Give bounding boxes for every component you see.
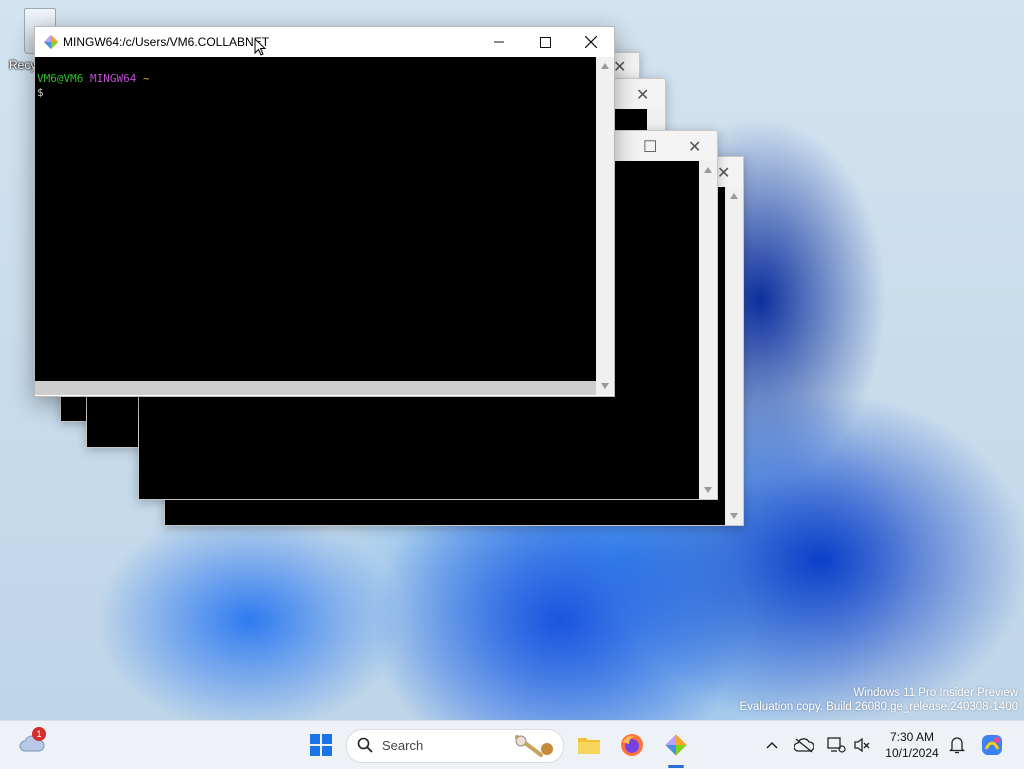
close-icon[interactable]: ✕ [613, 57, 626, 77]
file-explorer-button[interactable] [575, 731, 603, 759]
horizontal-scrollbar[interactable] [35, 381, 596, 395]
scroll-down-icon[interactable] [601, 383, 609, 389]
firefox-icon [621, 734, 643, 756]
main-terminal-window[interactable]: MINGW64:/c/Users/VM6.COLLABNET VM6@VM6 M… [34, 26, 615, 397]
close-icon [585, 36, 597, 48]
scroll-up-icon[interactable] [704, 167, 712, 173]
maximize-icon [539, 36, 551, 48]
chevron-up-icon [766, 741, 778, 749]
onedrive-status-button[interactable] [790, 731, 818, 759]
taskbar: 1 Search 7:30 AM 10/1/2024 [0, 720, 1024, 769]
vertical-scrollbar[interactable] [596, 57, 614, 395]
prompt-line: VM6@VM6 MINGW64 ~ [37, 72, 150, 86]
watermark-line-1: Windows 11 Pro Insider Preview [853, 687, 1018, 699]
prompt-shell: MINGW64 [89, 72, 137, 85]
show-hidden-icons-button[interactable] [758, 731, 786, 759]
vertical-scrollbar[interactable] [699, 161, 717, 499]
maximize-button[interactable] [522, 27, 568, 57]
bell-icon [949, 737, 965, 754]
weather-widget[interactable]: 1 [18, 727, 46, 757]
prompt-user: VM6@VM6 [37, 72, 84, 85]
git-bash-taskbar-button[interactable] [662, 731, 690, 759]
start-button[interactable] [307, 731, 335, 759]
search-placeholder: Search [382, 738, 424, 753]
watermark-line-2: Evaluation copy. Build 26080.ge_release.… [739, 701, 1018, 713]
scroll-down-icon[interactable] [704, 487, 712, 493]
search-highlight-icon [515, 735, 553, 757]
scroll-down-icon[interactable] [730, 513, 738, 519]
scroll-up-icon[interactable] [730, 193, 738, 199]
vertical-scrollbar[interactable] [725, 187, 743, 525]
network-icon [827, 737, 846, 753]
notifications-button[interactable] [943, 731, 971, 759]
scroll-up-icon[interactable] [601, 63, 609, 69]
title-bar[interactable]: MINGW64:/c/Users/VM6.COLLABNET [35, 27, 614, 57]
close-icon[interactable]: ✕ [636, 85, 649, 105]
mouse-cursor-icon [254, 38, 266, 56]
terminal-console[interactable]: VM6@VM6 MINGW64 ~ $ [35, 57, 596, 381]
cloud-offline-icon [794, 738, 814, 753]
git-bash-icon [44, 35, 58, 49]
copilot-button[interactable] [978, 731, 1006, 759]
minimize-icon [494, 41, 504, 43]
speaker-muted-icon [854, 737, 870, 753]
clock[interactable]: 7:30 AM 10/1/2024 [878, 729, 946, 761]
prompt-symbol: $ [37, 86, 44, 99]
volume-status-button[interactable] [848, 731, 876, 759]
clock-date: 10/1/2024 [885, 746, 939, 760]
recycle-bin-label: Recy [9, 58, 37, 72]
git-bash-icon [665, 734, 687, 756]
windows-watermark: Windows 11 Pro Insider Preview Evaluatio… [739, 686, 1018, 714]
close-icon[interactable]: ✕ [688, 137, 701, 157]
minimize-button[interactable] [476, 27, 522, 57]
network-status-button[interactable] [822, 731, 850, 759]
notification-badge: 1 [32, 727, 46, 741]
windows-logo-icon [310, 734, 332, 756]
search-icon [357, 737, 373, 753]
clock-time: 7:30 AM [889, 730, 935, 744]
folder-icon [578, 738, 600, 754]
close-button[interactable] [568, 27, 614, 57]
search-box[interactable]: Search [346, 729, 564, 763]
copilot-icon [982, 735, 1002, 755]
maximize-icon[interactable]: ☐ [643, 137, 657, 157]
prompt-path: ~ [142, 72, 150, 85]
close-icon[interactable]: ✕ [717, 163, 730, 183]
window-title: MINGW64:/c/Users/VM6.COLLABNET [63, 35, 270, 49]
firefox-button[interactable] [618, 731, 646, 759]
